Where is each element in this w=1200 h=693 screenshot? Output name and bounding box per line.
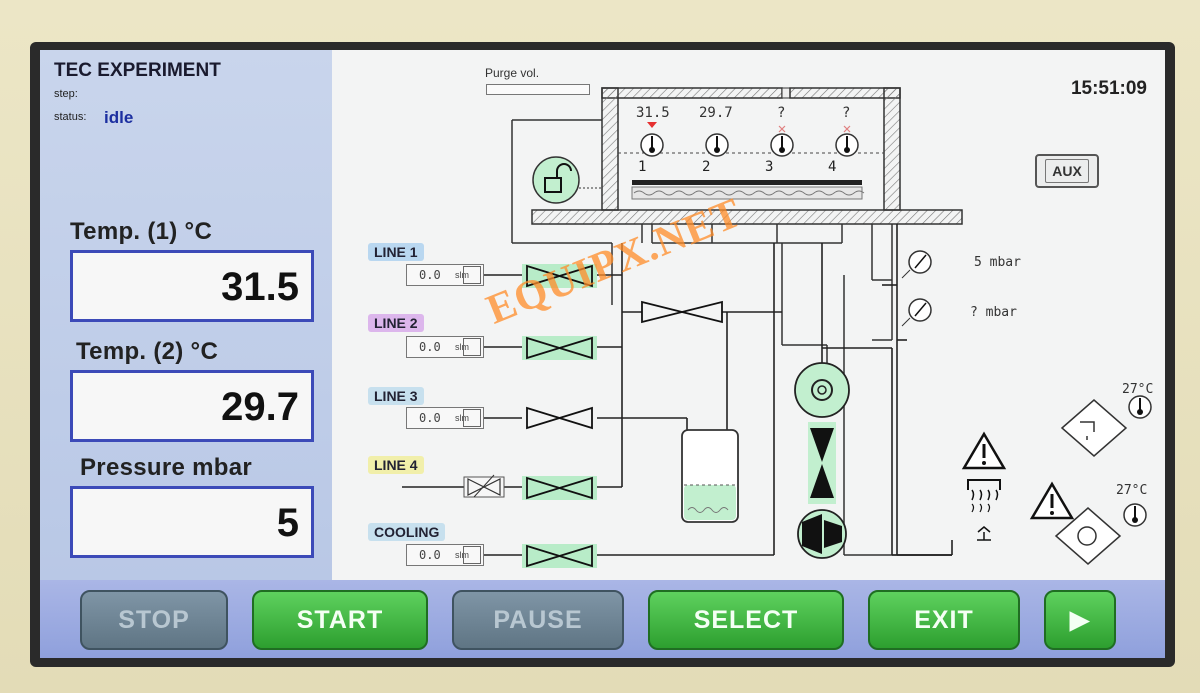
gauge-2-value: ? (970, 305, 978, 320)
valve-icon[interactable] (463, 474, 505, 498)
bubbler-vessel (681, 429, 739, 523)
temp1-value: 31.5 (221, 265, 299, 309)
valve-icon[interactable] (522, 336, 597, 360)
temp1-label: Temp. (1) °C (70, 218, 213, 245)
thermometer-icon (1128, 395, 1152, 419)
purge-volume-bar (486, 84, 590, 95)
app-title: TEC EXPERIMENT (54, 60, 221, 81)
select-button[interactable]: SELECT (648, 590, 844, 650)
touch-screen: TEC EXPERIMENT step: status: idle Temp. … (40, 50, 1165, 658)
flow-setpoint-icon (463, 338, 481, 356)
sensor-4-value: ? (842, 105, 851, 121)
process-diagram: Purge vol. 15:51:09 AUX 31.5 29.7 ? ? 1 … (332, 50, 1165, 580)
thermometer-icon (1123, 503, 1147, 527)
start-button[interactable]: START (252, 590, 428, 650)
cooling-flow[interactable]: 0.0 slm (406, 544, 484, 566)
step-label: step: (54, 88, 78, 100)
piping-schematic (332, 50, 1165, 580)
pressure-display: 5 (70, 486, 314, 558)
line-2-flow-value: 0.0 (419, 340, 441, 354)
fan-icon (794, 362, 850, 418)
pump-icon (797, 509, 847, 559)
gauge-1-value: 5 (974, 255, 982, 270)
aux-button-label: AUX (1045, 159, 1089, 183)
status-panel: TEC EXPERIMENT step: status: idle Temp. … (40, 50, 332, 580)
line-2-flow[interactable]: 0.0 slm (406, 336, 484, 358)
flow-setpoint-icon (463, 266, 481, 284)
valve-icon[interactable] (808, 422, 836, 504)
flow-setpoint-icon (463, 546, 481, 564)
valve-icon[interactable] (522, 544, 597, 568)
sensor-2-number: 2 (702, 159, 711, 175)
status-label: status: (54, 111, 87, 123)
stop-button[interactable]: STOP (80, 590, 228, 650)
line-2-tag: LINE 2 (368, 314, 424, 332)
line-4-tag: LINE 4 (368, 456, 424, 474)
line-3-flow-value: 0.0 (419, 411, 441, 425)
temp2-value: 29.7 (221, 385, 299, 429)
temp1-display: 31.5 (70, 250, 314, 322)
cooling-tag: COOLING (368, 523, 446, 541)
pressure-label: Pressure mbar (80, 454, 252, 481)
sensor-1-value: 31.5 (636, 105, 670, 121)
pause-button[interactable]: PAUSE (452, 590, 624, 650)
valve-icon[interactable] (522, 476, 597, 500)
thermometer-icon (705, 133, 729, 157)
sensor-2-value: 29.7 (699, 105, 733, 121)
sensor-1-number: 1 (638, 159, 647, 175)
line-1-flow[interactable]: 0.0 slm (406, 264, 484, 286)
gauge-2-readout: ? mbar (970, 305, 1017, 320)
gauge-2-unit: mbar (985, 305, 1017, 320)
line-3-flow[interactable]: 0.0 slm (406, 407, 484, 429)
aux-temp-2: 27°C (1116, 483, 1148, 498)
sensor-3-value: ? (777, 105, 786, 121)
flow-setpoint-icon (463, 409, 481, 427)
purge-volume-label: Purge vol. (485, 66, 540, 80)
status-value: idle (104, 108, 134, 127)
next-arrow-icon[interactable]: ▶ (1044, 590, 1116, 650)
clock: 15:51:09 (1070, 78, 1147, 99)
aux-temp-1: 27°C (1122, 382, 1154, 397)
sensor-3-number: 3 (765, 159, 774, 175)
gauge-1-unit: mbar (989, 255, 1021, 270)
temp2-display: 29.7 (70, 370, 314, 442)
sensor-4-number: 4 (828, 159, 837, 175)
gauge-1-readout: 5 mbar (974, 255, 1021, 270)
pressure-value: 5 (276, 501, 299, 545)
cooling-flow-value: 0.0 (419, 548, 441, 562)
line-1-flow-value: 0.0 (419, 268, 441, 282)
aux-button[interactable]: AUX (1035, 154, 1099, 188)
exit-button[interactable]: EXIT (868, 590, 1020, 650)
temp2-label: Temp. (2) °C (76, 338, 219, 365)
line-1-tag: LINE 1 (368, 243, 424, 261)
line-3-tag: LINE 3 (368, 387, 424, 405)
button-bar: STOP START PAUSE SELECT EXIT ▶ (40, 580, 1165, 658)
